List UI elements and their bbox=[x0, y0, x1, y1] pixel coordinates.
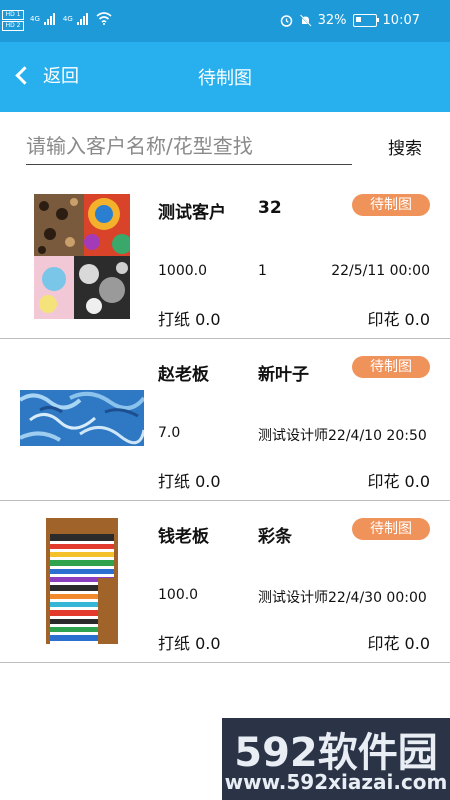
order-card[interactable]: 测试客户 32 待制图 1000.0 1 22/5/11 00:00 打纸 0.… bbox=[0, 176, 450, 339]
print-stat: 印花 0.0 bbox=[367, 306, 430, 330]
designer-name: 测试设计师 bbox=[258, 428, 328, 444]
paper-value: 0.0 bbox=[195, 472, 221, 491]
order-card[interactable]: 钱老板 彩条 待制图 100.0 测试设计师22/4/30 00:00 打纸 0… bbox=[0, 500, 450, 663]
quantity: 1000.0 bbox=[158, 263, 207, 279]
page-title: 待制图 bbox=[198, 68, 252, 89]
print-stat: 印花 0.0 bbox=[367, 468, 430, 492]
paper-stat: 打纸 0.0 bbox=[158, 468, 221, 492]
paper-stat: 打纸 0.0 bbox=[158, 306, 221, 330]
pattern-thumbnail bbox=[20, 390, 144, 446]
customer-name: 钱老板 bbox=[158, 527, 209, 547]
print-stat: 印花 0.0 bbox=[367, 630, 430, 654]
sim1-label: HD 1 bbox=[2, 10, 24, 20]
quantity: 100.0 bbox=[158, 587, 199, 603]
print-label: 印花 bbox=[367, 634, 400, 653]
print-value: 0.0 bbox=[404, 472, 430, 491]
wifi-icon bbox=[96, 12, 112, 25]
watermark-url: www.592xiazai.com bbox=[224, 770, 448, 794]
search-button[interactable]: 搜索 bbox=[388, 134, 422, 159]
network2-label: 4G bbox=[62, 14, 73, 23]
paper-value: 0.0 bbox=[195, 634, 221, 653]
order-date: 22/4/30 00:00 bbox=[328, 590, 427, 606]
paper-label: 打纸 bbox=[158, 472, 191, 491]
print-label: 印花 bbox=[367, 310, 400, 329]
status-badge: 待制图 bbox=[352, 194, 430, 216]
sim2-label: HD 2 bbox=[2, 21, 24, 31]
sim-indicators: HD 1 HD 2 bbox=[2, 10, 24, 31]
battery-percent: 32% bbox=[317, 13, 347, 28]
paper-value: 0.0 bbox=[195, 310, 221, 329]
pattern-thumbnail bbox=[34, 194, 130, 319]
status-badge: 待制图 bbox=[352, 356, 430, 378]
designer: 1 bbox=[258, 263, 267, 279]
paper-label: 打纸 bbox=[158, 310, 191, 329]
pattern-thumbnail bbox=[46, 518, 118, 644]
pattern-name: 32 bbox=[258, 198, 282, 218]
status-right: 32% 10:07 bbox=[280, 13, 420, 28]
battery-icon bbox=[352, 14, 379, 27]
signal-area: HD 1 HD 2 4G 4G bbox=[2, 10, 112, 31]
print-value: 0.0 bbox=[404, 310, 430, 329]
mute-bell-icon bbox=[299, 14, 311, 27]
quantity: 7.0 bbox=[158, 425, 181, 441]
designer: 测试设计师22/4/30 00:00 bbox=[258, 587, 430, 607]
print-value: 0.0 bbox=[404, 634, 430, 653]
signal1-icon bbox=[43, 12, 55, 25]
pattern-name: 彩条 bbox=[258, 527, 292, 547]
top-navbar: 返回 待制图 bbox=[0, 42, 450, 112]
designer: 测试设计师22/4/10 20:50 bbox=[258, 425, 430, 445]
order-date: 22/4/10 20:50 bbox=[328, 428, 427, 444]
signal2-icon bbox=[76, 12, 88, 25]
order-date: 22/5/11 00:00 bbox=[331, 263, 430, 279]
pattern-name: 新叶子 bbox=[258, 365, 309, 385]
designer-name: 测试设计师 bbox=[258, 590, 328, 606]
customer-name: 赵老板 bbox=[158, 365, 209, 385]
network1-label: 4G bbox=[30, 14, 40, 23]
status-badge: 待制图 bbox=[352, 518, 430, 540]
status-bar: HD 1 HD 2 4G 4G 32% 10:07 bbox=[0, 0, 450, 42]
print-label: 印花 bbox=[367, 472, 400, 491]
alarm-icon bbox=[280, 15, 292, 27]
order-card[interactable]: 赵老板 新叶子 待制图 7.0 测试设计师22/4/10 20:50 打纸 0.… bbox=[0, 338, 450, 501]
paper-stat: 打纸 0.0 bbox=[158, 630, 221, 654]
watermark-logo: 592软件园 www.592xiazai.com bbox=[222, 718, 450, 800]
paper-label: 打纸 bbox=[158, 634, 191, 653]
customer-name: 测试客户 bbox=[158, 203, 226, 223]
clock: 10:07 bbox=[382, 13, 420, 28]
search-input[interactable] bbox=[26, 128, 352, 165]
